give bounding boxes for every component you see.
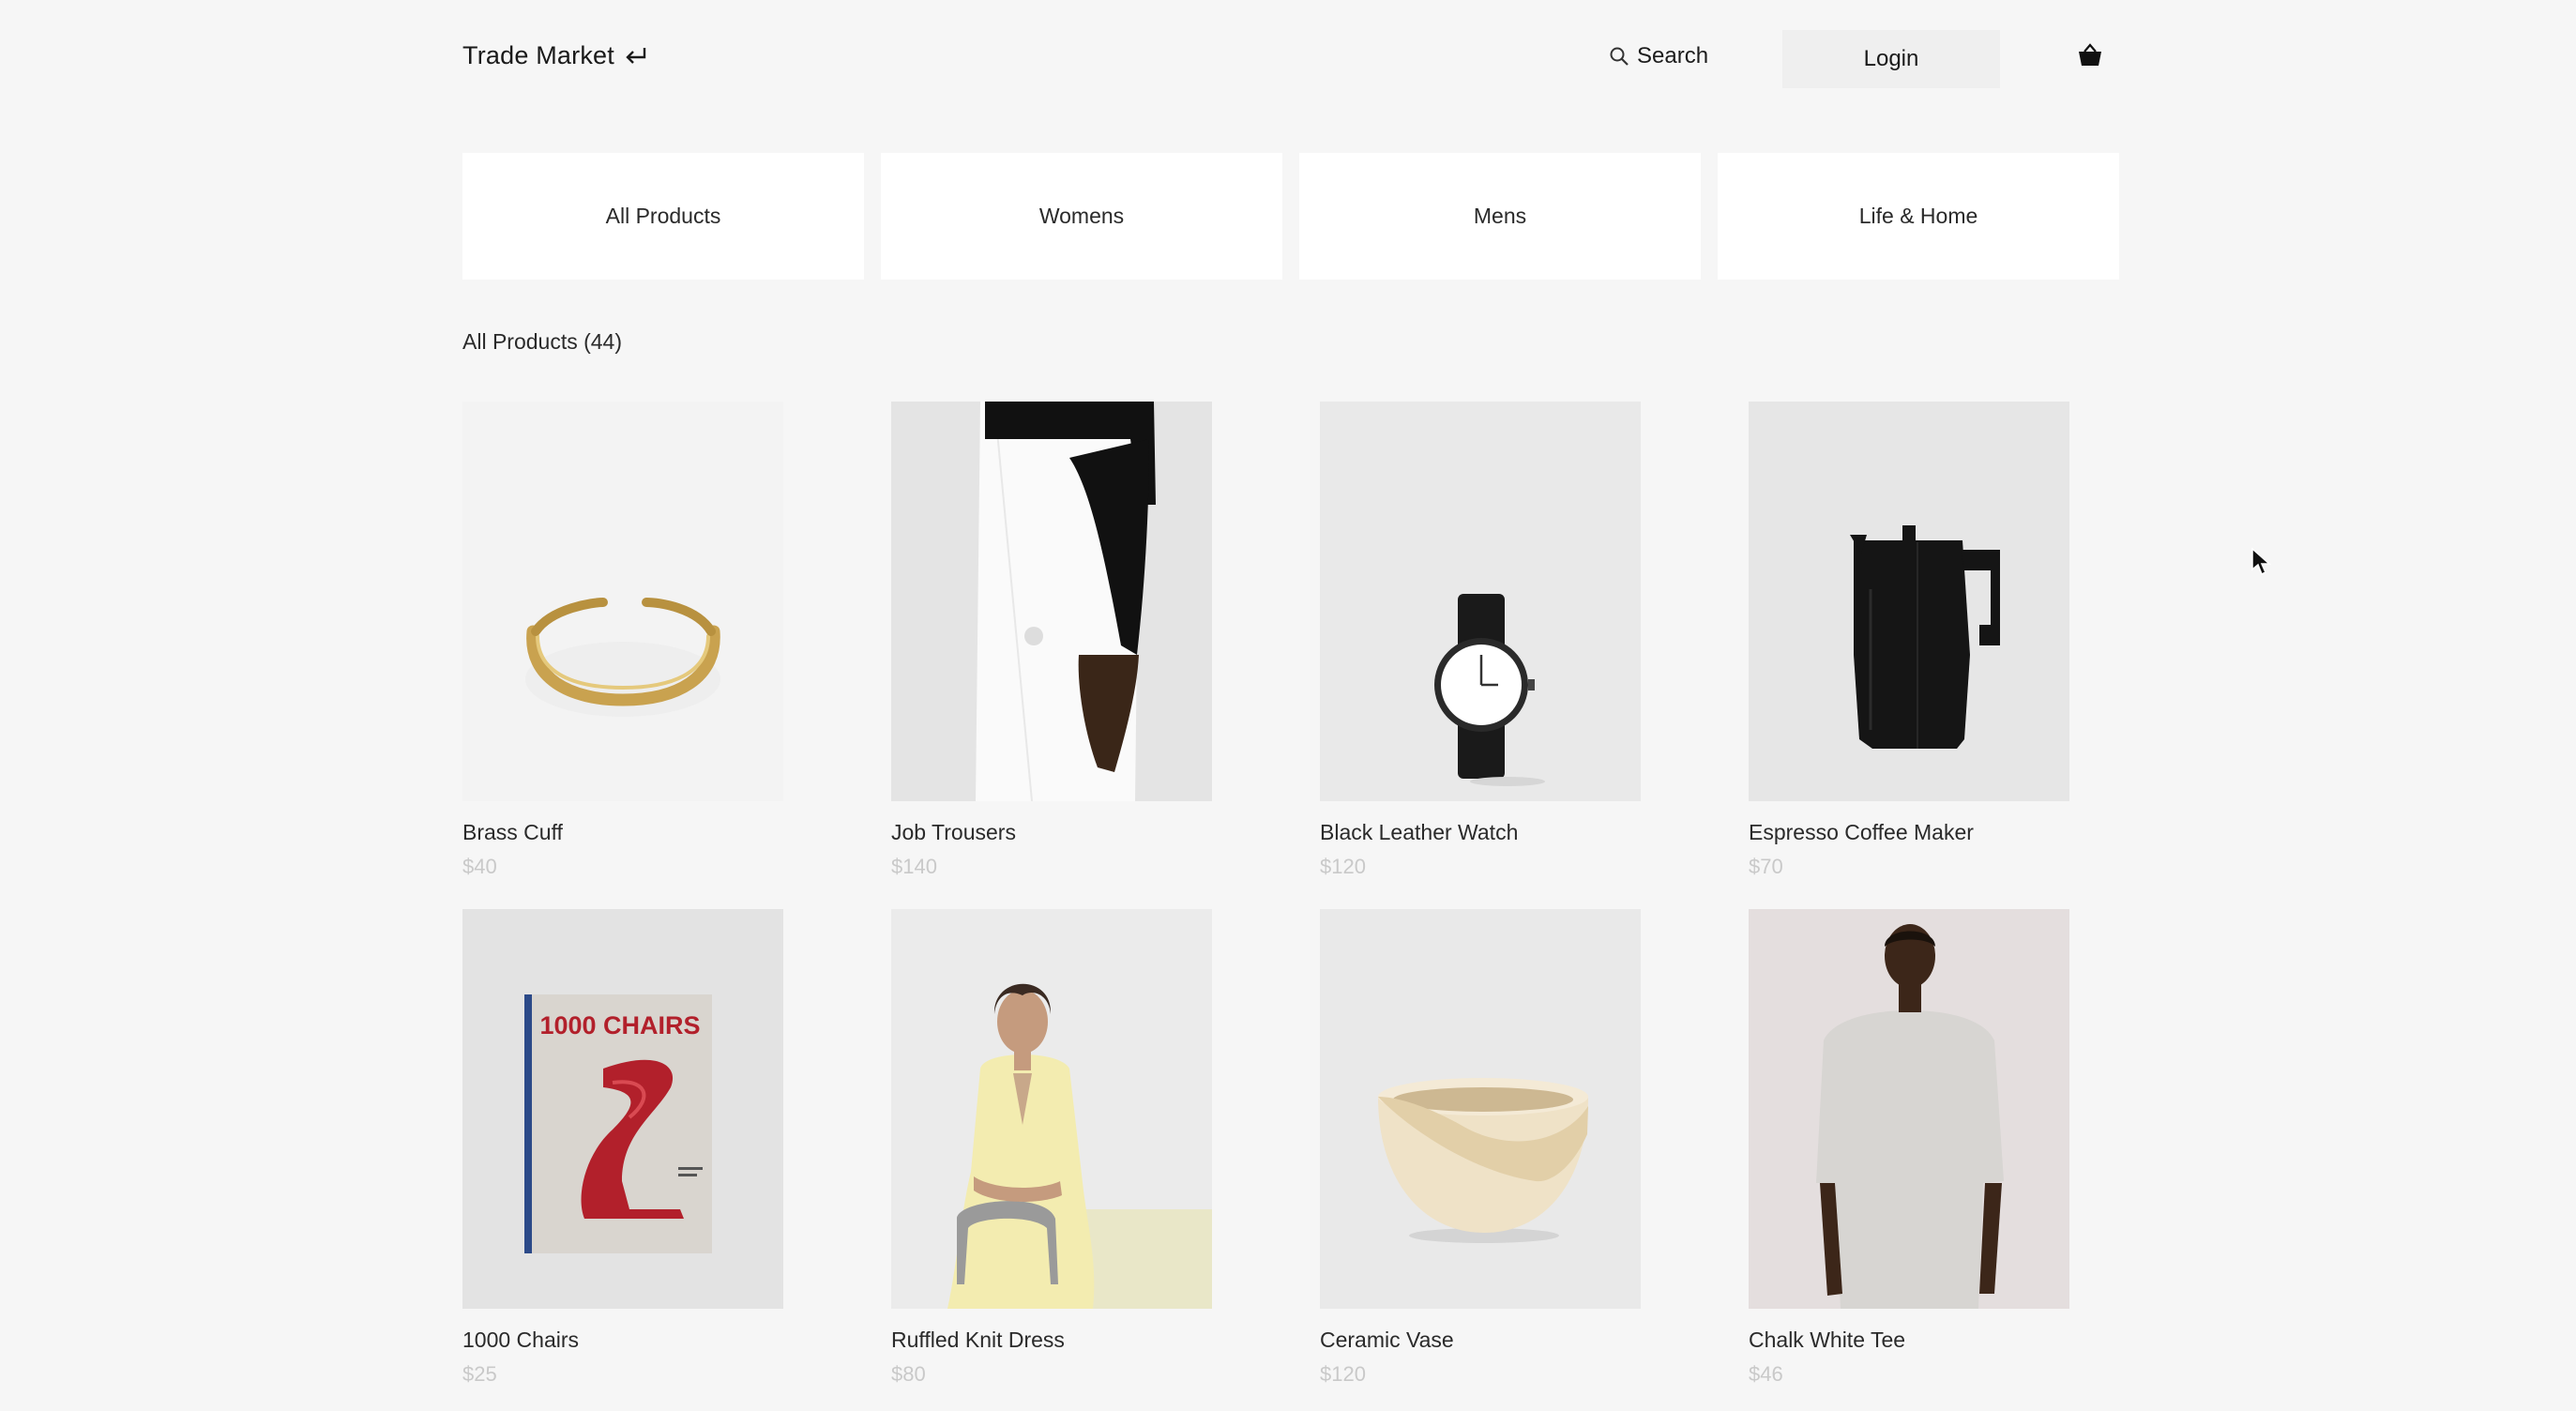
vase-image [1320, 909, 1641, 1309]
product-name: Ruffled Knit Dress [891, 1328, 1065, 1352]
category-mens[interactable]: Mens [1299, 153, 1701, 280]
product-card[interactable]: Chalk White Tee $46 [1749, 909, 2069, 1387]
mouse-cursor-icon [2251, 547, 2271, 576]
search-button[interactable]: Search [1609, 43, 1708, 69]
product-name: Espresso Coffee Maker [1749, 820, 1974, 844]
book-cover-title: 1000 CHAIRS [539, 1011, 700, 1039]
product-price: $46 [1749, 1362, 1783, 1386]
category-nav: All Products Womens Mens Life & Home [462, 153, 2119, 280]
search-label: Search [1637, 43, 1709, 68]
product-card[interactable]: 1000 CHAIRS 1000 Chairs $25 [462, 909, 783, 1387]
product-name: Ceramic Vase [1320, 1328, 1454, 1352]
product-price: $140 [891, 855, 937, 878]
category-all-products[interactable]: All Products [462, 153, 864, 280]
product-card[interactable]: Brass Cuff $40 [462, 402, 783, 879]
search-icon [1610, 47, 1629, 66]
product-card[interactable]: Espresso Coffee Maker $70 [1749, 402, 2069, 879]
product-price: $25 [462, 1362, 497, 1386]
storefront-page: Trade Market Search Login All Products W… [0, 0, 2576, 1411]
login-button[interactable]: Login [1782, 30, 2000, 88]
product-price: $120 [1320, 855, 1366, 878]
product-card[interactable]: Black Leather Watch $120 [1320, 402, 1641, 879]
product-name: Job Trousers [891, 820, 1016, 844]
product-name: Black Leather Watch [1320, 820, 1519, 844]
coffee-maker-image [1749, 402, 2069, 801]
category-label: Womens [1038, 204, 1125, 228]
watch-image [1320, 402, 1641, 801]
category-label: Mens [1473, 204, 1527, 228]
product-card[interactable]: Ceramic Vase $120 [1320, 909, 1641, 1387]
product-price: $80 [891, 1362, 926, 1386]
brass-cuff-image [462, 402, 783, 801]
brand-logo[interactable]: Trade Market [462, 41, 650, 70]
product-price: $40 [462, 855, 497, 878]
trousers-image [891, 402, 1212, 801]
product-card[interactable]: Ruffled Knit Dress $80 [891, 909, 1212, 1387]
basket-icon[interactable] [2076, 41, 2104, 69]
product-price: $70 [1749, 855, 1783, 878]
brand-name: Trade Market [462, 41, 614, 69]
category-life-home[interactable]: Life & Home [1718, 153, 2119, 280]
return-arrow-icon [626, 47, 646, 64]
category-label: Life & Home [1858, 204, 1978, 228]
product-name: 1000 Chairs [462, 1328, 580, 1352]
product-price: $120 [1320, 1362, 1366, 1386]
product-name: Brass Cuff [462, 820, 563, 844]
section-title: All Products (44) [462, 329, 623, 354]
dress-image [891, 909, 1212, 1309]
tee-image [1749, 909, 2069, 1309]
product-name: Chalk White Tee [1749, 1328, 1906, 1352]
book-image: 1000 CHAIRS [462, 909, 783, 1309]
category-label: All Products [605, 204, 721, 228]
category-womens[interactable]: Womens [881, 153, 1282, 280]
product-card[interactable]: Job Trousers $140 [891, 402, 1212, 879]
